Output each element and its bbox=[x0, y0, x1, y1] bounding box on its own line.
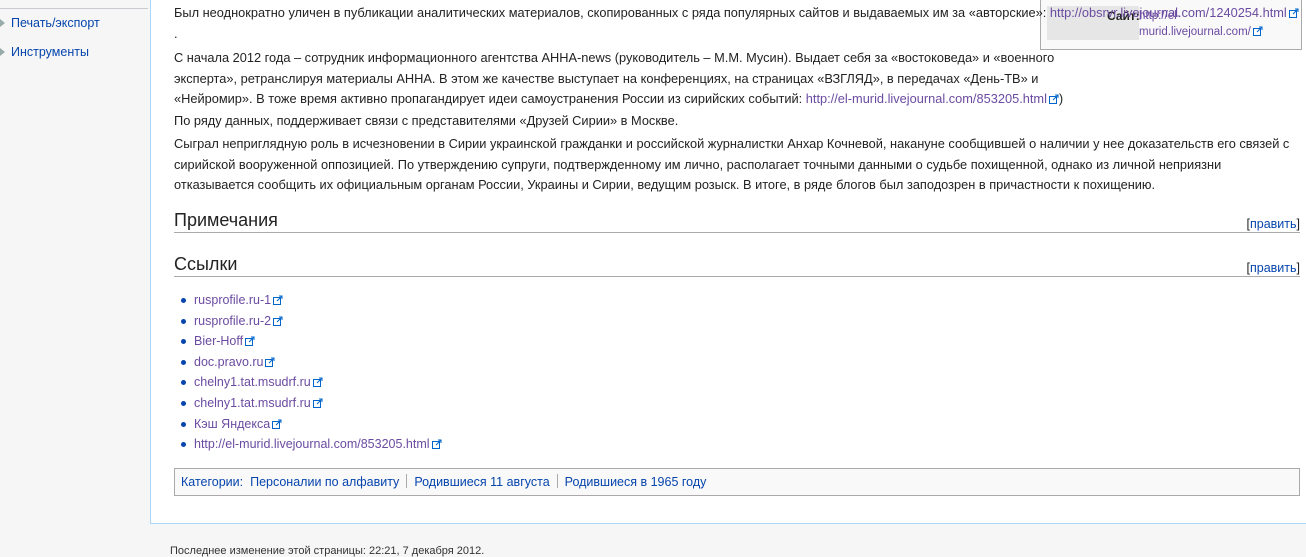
external-link-icon bbox=[431, 439, 442, 450]
bullet-icon bbox=[181, 442, 186, 448]
list-item: Кэш Яндекса bbox=[178, 414, 442, 435]
edit-link[interactable]: править bbox=[1250, 261, 1297, 275]
sidebar-item-label[interactable]: Печать/экспорт bbox=[11, 15, 100, 31]
external-link[interactable]: rusprofile.ru-2 bbox=[194, 314, 271, 328]
footer-last-modified: Последнее изменение этой страницы: 22:21… bbox=[170, 545, 485, 557]
category-divider bbox=[556, 474, 558, 488]
external-link-icon bbox=[273, 316, 283, 326]
sidebar-divider bbox=[0, 0, 148, 9]
expand-arrow-icon bbox=[0, 19, 5, 27]
external-links-list: rusprofile.ru-1 rusprofile.ru-2 Bier-Hof… bbox=[178, 290, 442, 455]
external-link-icon bbox=[272, 419, 282, 429]
section-title: Примечания bbox=[174, 210, 278, 230]
paragraph-tail: . bbox=[174, 25, 178, 41]
category-links: Категории: Персоналии по алфавиту Родивши… bbox=[174, 468, 1300, 496]
bullet-icon bbox=[181, 380, 186, 386]
paragraph-text: По ряду данных, поддерживает связи с пре… bbox=[174, 113, 679, 128]
external-link-icon bbox=[273, 295, 283, 305]
bullet-icon bbox=[181, 298, 186, 303]
category-link[interactable]: Персоналии по алфавиту bbox=[250, 475, 399, 489]
external-link-icon bbox=[1288, 8, 1299, 18]
paragraph-connections: По ряду данных, поддерживает связи с пре… bbox=[174, 111, 1300, 132]
edit-bracket: ] bbox=[1296, 217, 1300, 231]
sidebar: Печать/экспорт Инструменты bbox=[0, 0, 150, 556]
list-item: rusprofile.ru-2 bbox=[178, 311, 442, 332]
external-link-icon bbox=[265, 357, 275, 367]
external-link-icon bbox=[1048, 94, 1059, 104]
external-link[interactable]: rusprofile.ru-1 bbox=[194, 293, 271, 307]
external-link[interactable]: Кэш Яндекса bbox=[194, 417, 270, 431]
external-link[interactable]: chelny1.tat.msudrf.ru bbox=[194, 396, 311, 410]
section-title: Ссылки bbox=[174, 254, 238, 274]
external-link[interactable]: doc.pravo.ru bbox=[194, 355, 263, 369]
source-link[interactable]: http://obsrvr.livejournal.com/1240254.ht… bbox=[1050, 5, 1287, 20]
category-link[interactable]: Родившиеся в 1965 году bbox=[565, 475, 707, 489]
edit-section: [править] bbox=[1246, 256, 1300, 280]
list-item: Bier-Hoff bbox=[178, 331, 442, 352]
list-item: chelny1.tat.msudrf.ru bbox=[178, 393, 442, 414]
paragraph-disappearance: Сыграл неприглядную роль в исчезновении … bbox=[174, 134, 1300, 196]
sidebar-item-print-export[interactable]: Печать/экспорт bbox=[0, 15, 140, 31]
sidebar-item-label[interactable]: Инструменты bbox=[11, 44, 89, 60]
list-item: rusprofile.ru-1 bbox=[178, 290, 442, 311]
expand-arrow-icon bbox=[0, 48, 5, 56]
section-heading-links: Ссылки [править] bbox=[174, 252, 1300, 277]
bullet-icon bbox=[181, 339, 186, 345]
bullet-icon bbox=[181, 359, 186, 365]
bullet-icon bbox=[181, 421, 186, 427]
edit-bracket: ] bbox=[1296, 261, 1300, 275]
category-divider bbox=[406, 474, 408, 488]
source-link[interactable]: http://el-murid.livejournal.com/853205.h… bbox=[806, 91, 1047, 106]
external-link-icon bbox=[312, 377, 323, 388]
list-item: http://el-murid.livejournal.com/853205.h… bbox=[178, 434, 442, 455]
external-link[interactable]: Bier-Hoff bbox=[194, 334, 243, 348]
bullet-icon bbox=[181, 400, 186, 406]
external-link-icon bbox=[312, 398, 323, 408]
category-link[interactable]: Родившиеся 11 августа bbox=[414, 475, 549, 489]
list-item: doc.pravo.ru bbox=[178, 352, 442, 373]
edit-link[interactable]: править bbox=[1250, 217, 1297, 231]
external-link[interactable]: chelny1.tat.msudrf.ru bbox=[194, 375, 311, 389]
category-list: Категории: Персоналии по алфавиту Родивши… bbox=[181, 469, 706, 495]
paragraph-plagiarism: Был неоднократно уличен в публикации ана… bbox=[174, 3, 1300, 44]
paragraph-tail: ) bbox=[1058, 91, 1064, 106]
sidebar-item-tools[interactable]: Инструменты bbox=[0, 44, 140, 60]
external-link[interactable]: http://el-murid.livejournal.com/853205.h… bbox=[194, 437, 430, 451]
list-item: chelny1.tat.msudrf.ru bbox=[178, 372, 442, 393]
paragraph-career: С начала 2012 года – сотрудник информаци… bbox=[174, 48, 1074, 110]
categories-label-link[interactable]: Категории: bbox=[181, 475, 243, 489]
edit-section: [править] bbox=[1246, 212, 1300, 236]
paragraph-text: Сыграл неприглядную роль в исчезновении … bbox=[174, 136, 1290, 192]
paragraph-text: Был неоднократно уличен в публикации ана… bbox=[174, 5, 1050, 20]
bullet-icon bbox=[181, 318, 186, 324]
external-link-icon bbox=[245, 336, 255, 347]
section-heading-notes: Примечания [править] bbox=[174, 208, 1300, 233]
